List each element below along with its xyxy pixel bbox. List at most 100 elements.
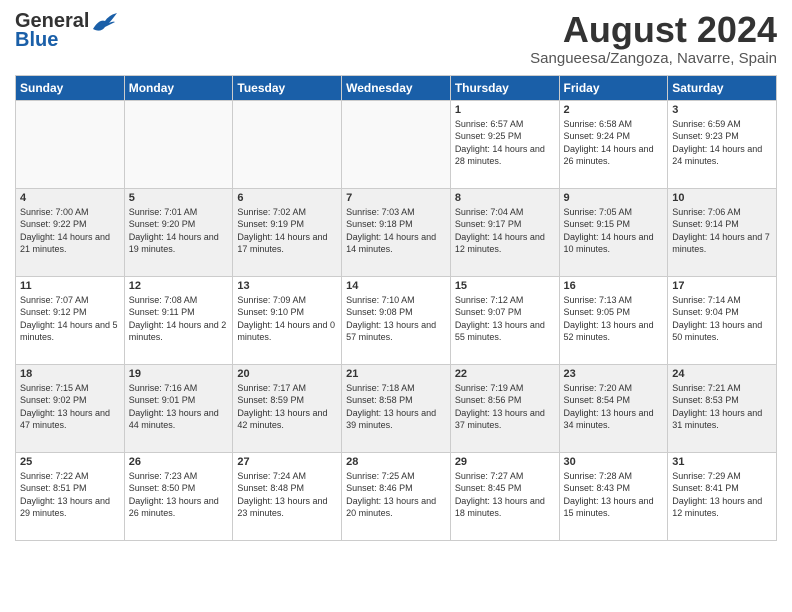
calendar-week-row: 11 Sunrise: 7:07 AMSunset: 9:12 PMDayligh… — [16, 276, 777, 364]
table-row: 25Sunrise: 7:22 AMSunset: 8:51 PMDayligh… — [16, 452, 125, 540]
col-wednesday: Wednesday — [342, 75, 451, 100]
calendar-week-row: 4Sunrise: 7:00 AMSunset: 9:22 PMDaylight… — [16, 188, 777, 276]
day-number: 17 — [672, 280, 772, 292]
table-row: 22 Sunrise: 7:19 AMSunset: 8:56 PMDayligh… — [450, 364, 559, 452]
day-number: 14 — [346, 280, 446, 292]
day-info: Sunrise: 7:08 AMSunset: 9:11 PMDaylight:… — [129, 294, 229, 344]
calendar-header-row: Sunday Monday Tuesday Wednesday Thursday… — [16, 75, 777, 100]
day-info: Sunrise: 7:20 AMSunset: 8:54 PMDaylight:… — [564, 382, 664, 432]
page-header: General Blue August 2024 Sangueesa/Zango… — [15, 10, 777, 67]
table-row: 18 Sunrise: 7:15 AMSunset: 9:02 PMDayligh… — [16, 364, 125, 452]
table-row: 27 Sunrise: 7:24 AMSunset: 8:48 PMDayligh… — [233, 452, 342, 540]
day-number: 3 — [672, 104, 772, 116]
day-number: 10 — [672, 192, 772, 204]
day-number: 12 — [129, 280, 229, 292]
day-number: 11 — [20, 280, 120, 292]
day-info: Sunrise: 6:59 AMSunset: 9:23 PMDaylight:… — [672, 118, 772, 168]
day-number: 18 — [20, 368, 120, 380]
day-info: Sunrise: 7:27 AMSunset: 8:45 PMDaylight:… — [455, 470, 555, 520]
day-info: Sunrise: 7:01 AMSunset: 9:20 PMDaylight:… — [129, 206, 229, 256]
day-info: Sunrise: 7:13 AMSunset: 9:05 PMDaylight:… — [564, 294, 664, 344]
day-number: 9 — [564, 192, 664, 204]
day-info: Sunrise: 7:29 AMSunset: 8:41 PMDaylight:… — [672, 470, 772, 520]
table-row: 28 Sunrise: 7:25 AMSunset: 8:46 PMDayligh… — [342, 452, 451, 540]
day-info: Sunrise: 7:04 AMSunset: 9:17 PMDaylight:… — [455, 206, 555, 256]
day-number: 24 — [672, 368, 772, 380]
day-number: 26 — [129, 456, 229, 468]
calendar-week-row: 25Sunrise: 7:22 AMSunset: 8:51 PMDayligh… — [16, 452, 777, 540]
table-row: 26 Sunrise: 7:23 AMSunset: 8:50 PMDayligh… — [124, 452, 233, 540]
col-saturday: Saturday — [668, 75, 777, 100]
table-row: 15Sunrise: 7:12 AMSunset: 9:07 PMDayligh… — [450, 276, 559, 364]
day-info: Sunrise: 7:23 AMSunset: 8:50 PMDaylight:… — [129, 470, 229, 520]
table-row — [342, 100, 451, 188]
table-row — [124, 100, 233, 188]
logo-bird-icon — [91, 11, 119, 33]
day-info: Sunrise: 6:58 AMSunset: 9:24 PMDaylight:… — [564, 118, 664, 168]
day-number: 27 — [237, 456, 337, 468]
day-number: 22 — [455, 368, 555, 380]
day-number: 13 — [237, 280, 337, 292]
table-row: 7 Sunrise: 7:03 AMSunset: 9:18 PMDaylight… — [342, 188, 451, 276]
table-row: 13 Sunrise: 7:09 AMSunset: 9:10 PMDayligh… — [233, 276, 342, 364]
day-number: 31 — [672, 456, 772, 468]
day-info: Sunrise: 7:24 AMSunset: 8:48 PMDaylight:… — [237, 470, 337, 520]
day-info: Sunrise: 7:21 AMSunset: 8:53 PMDaylight:… — [672, 382, 772, 432]
table-row: 20Sunrise: 7:17 AMSunset: 8:59 PMDayligh… — [233, 364, 342, 452]
day-info: Sunrise: 7:02 AMSunset: 9:19 PMDaylight:… — [237, 206, 337, 256]
day-info: Sunrise: 7:07 AMSunset: 9:12 PMDaylight:… — [20, 294, 120, 344]
day-number: 30 — [564, 456, 664, 468]
table-row: 23 Sunrise: 7:20 AMSunset: 8:54 PMDayligh… — [559, 364, 668, 452]
day-number: 19 — [129, 368, 229, 380]
table-row: 17 Sunrise: 7:14 AMSunset: 9:04 PMDayligh… — [668, 276, 777, 364]
day-info: Sunrise: 7:19 AMSunset: 8:56 PMDaylight:… — [455, 382, 555, 432]
table-row: 30 Sunrise: 7:28 AMSunset: 8:43 PMDayligh… — [559, 452, 668, 540]
day-number: 1 — [455, 104, 555, 116]
day-number: 20 — [237, 368, 337, 380]
day-number: 16 — [564, 280, 664, 292]
day-number: 4 — [20, 192, 120, 204]
calendar-table: Sunday Monday Tuesday Wednesday Thursday… — [15, 75, 777, 541]
day-number: 7 — [346, 192, 446, 204]
logo: General Blue — [15, 10, 119, 52]
title-section: August 2024 Sangueesa/Zangoza, Navarre, … — [530, 10, 777, 67]
day-info: Sunrise: 7:14 AMSunset: 9:04 PMDaylight:… — [672, 294, 772, 344]
logo-blue-text: Blue — [15, 29, 58, 52]
location-subtitle: Sangueesa/Zangoza, Navarre, Spain — [530, 50, 777, 67]
day-number: 2 — [564, 104, 664, 116]
col-tuesday: Tuesday — [233, 75, 342, 100]
table-row — [16, 100, 125, 188]
table-row: 9 Sunrise: 7:05 AMSunset: 9:15 PMDaylight… — [559, 188, 668, 276]
day-number: 23 — [564, 368, 664, 380]
table-row: 8 Sunrise: 7:04 AMSunset: 9:17 PMDaylight… — [450, 188, 559, 276]
day-number: 29 — [455, 456, 555, 468]
table-row: 4Sunrise: 7:00 AMSunset: 9:22 PMDaylight… — [16, 188, 125, 276]
table-row: 1 Sunrise: 6:57 AMSunset: 9:25 PMDaylight… — [450, 100, 559, 188]
month-year-title: August 2024 — [530, 10, 777, 50]
day-number: 15 — [455, 280, 555, 292]
day-number: 25 — [20, 456, 120, 468]
day-info: Sunrise: 7:16 AMSunset: 9:01 PMDaylight:… — [129, 382, 229, 432]
day-info: Sunrise: 7:03 AMSunset: 9:18 PMDaylight:… — [346, 206, 446, 256]
day-info: Sunrise: 7:15 AMSunset: 9:02 PMDaylight:… — [20, 382, 120, 432]
day-info: Sunrise: 7:28 AMSunset: 8:43 PMDaylight:… — [564, 470, 664, 520]
day-info: Sunrise: 7:25 AMSunset: 8:46 PMDaylight:… — [346, 470, 446, 520]
table-row: 31 Sunrise: 7:29 AMSunset: 8:41 PMDayligh… — [668, 452, 777, 540]
day-info: Sunrise: 7:09 AMSunset: 9:10 PMDaylight:… — [237, 294, 337, 344]
day-info: Sunrise: 6:57 AMSunset: 9:25 PMDaylight:… — [455, 118, 555, 168]
table-row: 29 Sunrise: 7:27 AMSunset: 8:45 PMDayligh… — [450, 452, 559, 540]
day-info: Sunrise: 7:05 AMSunset: 9:15 PMDaylight:… — [564, 206, 664, 256]
day-number: 8 — [455, 192, 555, 204]
day-number: 28 — [346, 456, 446, 468]
calendar-week-row: 18 Sunrise: 7:15 AMSunset: 9:02 PMDayligh… — [16, 364, 777, 452]
table-row: 16 Sunrise: 7:13 AMSunset: 9:05 PMDayligh… — [559, 276, 668, 364]
day-number: 21 — [346, 368, 446, 380]
table-row: 21 Sunrise: 7:18 AMSunset: 8:58 PMDayligh… — [342, 364, 451, 452]
col-monday: Monday — [124, 75, 233, 100]
table-row: 14Sunrise: 7:10 AMSunset: 9:08 PMDayligh… — [342, 276, 451, 364]
calendar-week-row: 1 Sunrise: 6:57 AMSunset: 9:25 PMDaylight… — [16, 100, 777, 188]
day-info: Sunrise: 7:18 AMSunset: 8:58 PMDaylight:… — [346, 382, 446, 432]
day-info: Sunrise: 7:06 AMSunset: 9:14 PMDaylight:… — [672, 206, 772, 256]
table-row: 6Sunrise: 7:02 AMSunset: 9:19 PMDaylight… — [233, 188, 342, 276]
table-row: 10 Sunrise: 7:06 AMSunset: 9:14 PMDayligh… — [668, 188, 777, 276]
